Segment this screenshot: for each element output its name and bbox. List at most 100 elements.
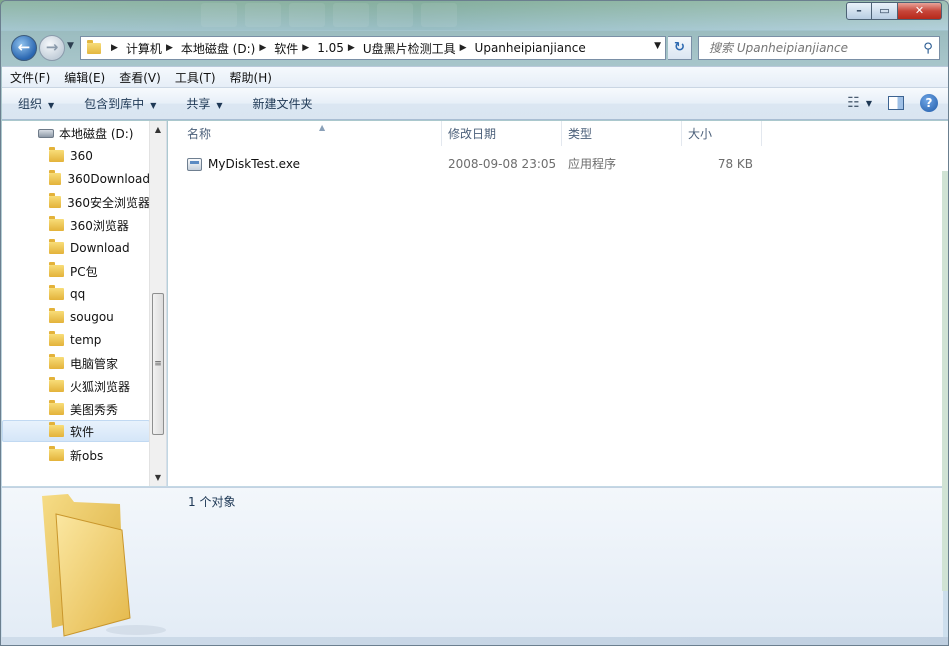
breadcrumb-computer[interactable]: 计算机 (126, 40, 162, 57)
blurred-tab (421, 3, 457, 27)
minimize-button[interactable]: – (846, 2, 872, 20)
folder-icon (49, 147, 64, 162)
breadcrumb-current[interactable]: Upanheipianjiance (475, 41, 586, 55)
address-dropdown-icon[interactable]: ▼ (654, 41, 661, 51)
breadcrumb-version[interactable]: 1.05 (317, 41, 344, 55)
menu-edit[interactable]: 编辑(E) (64, 69, 105, 86)
chevron-down-icon[interactable]: ▼ (866, 99, 872, 108)
navigation-row: ← → ▼ ▶ 计算机 ▶ 本地磁盘 (D:) ▶ 软件 ▶ 1.05 ▶ U盘… (1, 32, 948, 64)
column-header-size[interactable]: 大小 (682, 121, 762, 146)
tree-item-label: 美图秀秀 (70, 402, 119, 417)
chevron-down-icon: ▼ (216, 101, 223, 110)
menu-view[interactable]: 查看(V) (119, 69, 161, 86)
tree-item-folder[interactable]: 360Download (2, 168, 150, 190)
tree-item-label: 360 (70, 149, 93, 163)
column-header-name[interactable]: ▲ 名称 (181, 121, 442, 146)
file-row[interactable]: MyDiskTest.exe 2008-09-08 23:05 应用程序 78 … (181, 153, 761, 175)
explorer-window: – ▭ ✕ ← → ▼ ▶ 计算机 ▶ 本地磁盘 (D:) ▶ 软件 ▶ 1.0… (0, 0, 949, 646)
tree-item-label: 360Download (67, 172, 150, 186)
folder-icon (87, 39, 101, 54)
item-count: 1 个对象 (188, 495, 236, 509)
chevron-right-icon[interactable]: ▶ (348, 43, 355, 53)
chevron-down-icon: ▼ (150, 101, 157, 110)
preview-pane-icon[interactable] (888, 96, 904, 110)
help-icon[interactable]: ? (920, 94, 938, 112)
sort-ascending-icon: ▲ (319, 123, 326, 132)
tree-item-folder[interactable]: 美图秀秀 (2, 398, 150, 420)
chevron-right-icon[interactable]: ▶ (259, 43, 266, 53)
tree-item-folder[interactable]: Download (2, 237, 150, 259)
include-in-library-label: 包含到库中 (84, 97, 145, 111)
breadcrumb-software[interactable]: 软件 (274, 40, 298, 57)
tree-item-folder[interactable]: temp (2, 329, 150, 351)
tree-item-folder[interactable]: 火狐浏览器 (2, 375, 150, 397)
breadcrumb-tool[interactable]: U盘黑片检测工具 (363, 40, 456, 57)
file-size: 78 KB (717, 157, 753, 171)
tree-item-folder[interactable]: PC包 (2, 260, 150, 282)
tree-item-label: 360浏览器 (70, 218, 129, 233)
details-pane: 1 个对象 (2, 487, 943, 638)
scroll-down-icon[interactable]: ▼ (150, 469, 166, 486)
view-options-icon[interactable]: ☷ (847, 95, 860, 111)
tree-item-folder[interactable]: 新obs (2, 444, 150, 466)
tree-item-label: 本地磁盘 (D:) (59, 126, 134, 141)
tree-item-folder[interactable]: 电脑管家 (2, 352, 150, 374)
folder-icon (49, 193, 62, 208)
tree-item-label: 新obs (70, 448, 104, 463)
search-icon[interactable]: ⚲ (917, 41, 939, 56)
address-bar[interactable]: ▶ 计算机 ▶ 本地磁盘 (D:) ▶ 软件 ▶ 1.05 ▶ U盘黑片检测工具… (80, 36, 666, 60)
tree-item-folder[interactable]: sougou (2, 306, 150, 328)
command-bar: 组织 ▼ 包含到库中 ▼ 共享 ▼ 新建文件夹 ☷ ▼ ? (2, 88, 948, 120)
tree-item-folder[interactable]: qq (2, 283, 150, 305)
include-in-library-button[interactable]: 包含到库中 ▼ (84, 95, 156, 112)
chevron-down-icon: ▼ (48, 101, 55, 110)
tree-item-folder-selected[interactable]: 软件 (2, 420, 150, 442)
blurred-tab (245, 3, 281, 27)
scrollbar-thumb[interactable]: ≡ (152, 293, 164, 435)
file-type: 应用程序 (568, 157, 617, 171)
folder-icon (49, 285, 64, 300)
maximize-button[interactable]: ▭ (872, 2, 898, 20)
tree-item-label: Download (70, 241, 130, 255)
share-button[interactable]: 共享 ▼ (186, 95, 222, 112)
window-edge (942, 171, 948, 591)
folder-icon (49, 400, 64, 415)
chevron-right-icon[interactable]: ▶ (111, 43, 118, 53)
refresh-button[interactable]: ↻ (668, 36, 692, 60)
window-controls: – ▭ ✕ (846, 2, 942, 20)
scroll-up-icon[interactable]: ▲ (150, 121, 166, 138)
tree-item-drive-d[interactable]: 本地磁盘 (D:) (2, 122, 150, 144)
blurred-tab (201, 3, 237, 27)
folder-icon (49, 331, 64, 346)
new-folder-button[interactable]: 新建文件夹 (253, 95, 313, 112)
title-bar[interactable]: – ▭ ✕ (1, 1, 948, 31)
organize-button[interactable]: 组织 ▼ (18, 95, 54, 112)
column-header-modified[interactable]: 修改日期 (442, 121, 562, 146)
forward-button[interactable]: → (39, 35, 65, 61)
tree-item-folder[interactable]: 360浏览器 (2, 214, 150, 236)
tree-item-label: PC包 (70, 264, 98, 279)
chevron-right-icon[interactable]: ▶ (302, 43, 309, 53)
close-button[interactable]: ✕ (898, 2, 942, 20)
tree-scrollbar[interactable]: ▲ ≡ ▼ (149, 121, 166, 486)
breadcrumb-drive-d[interactable]: 本地磁盘 (D:) (181, 40, 255, 57)
column-header-type[interactable]: 类型 (562, 121, 682, 146)
blurred-tab (377, 3, 413, 27)
tree-item-folder[interactable]: 360 (2, 145, 150, 167)
blurred-tab (289, 3, 325, 27)
tree-item-label: 电脑管家 (70, 356, 119, 371)
folder-icon (49, 354, 64, 369)
recent-pages-dropdown-icon[interactable]: ▼ (67, 41, 74, 51)
menu-file[interactable]: 文件(F) (10, 69, 50, 86)
folder-icon (49, 239, 64, 254)
menu-tools[interactable]: 工具(T) (175, 69, 216, 86)
chevron-right-icon[interactable]: ▶ (166, 43, 173, 53)
tree-item-folder[interactable]: 360安全浏览器 (2, 191, 150, 213)
folder-icon (49, 377, 64, 392)
back-button[interactable]: ← (11, 35, 37, 61)
search-box[interactable]: ⚲ (698, 36, 940, 60)
chevron-right-icon[interactable]: ▶ (460, 43, 467, 53)
menu-help[interactable]: 帮助(H) (230, 69, 272, 86)
tree-item-label: sougou (70, 310, 114, 324)
search-input[interactable] (699, 38, 917, 58)
